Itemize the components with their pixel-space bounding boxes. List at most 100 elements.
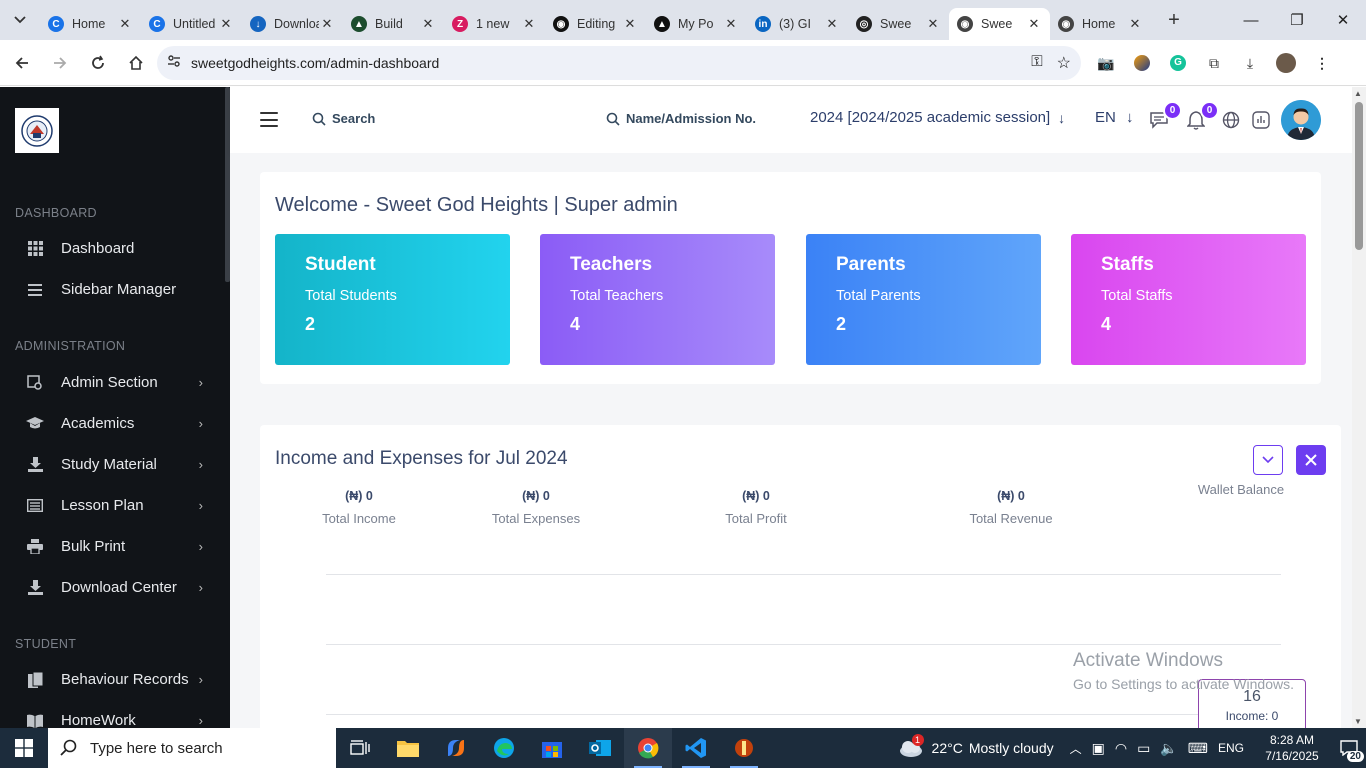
tab-close-icon[interactable]: ✕ [622, 16, 638, 32]
sidebar-item-download-center[interactable]: Download Center › [0, 567, 225, 608]
sidebar-item-bulk-print[interactable]: Bulk Print › [0, 526, 225, 567]
sidebar-item-lesson-plan[interactable]: Lesson Plan › [0, 485, 225, 526]
sidebar-item-behaviour-records[interactable]: Behaviour Records › [0, 659, 225, 700]
tab-close-icon[interactable]: ✕ [824, 16, 840, 32]
site-info-icon[interactable] [167, 54, 181, 73]
close-window-button[interactable]: ✕ [1320, 0, 1366, 40]
sidebar-item-academics[interactable]: Academics › [0, 403, 225, 444]
restore-button[interactable]: ❐ [1274, 0, 1320, 40]
back-button[interactable] [4, 45, 40, 81]
stat-card-teachers[interactable]: Teachers Total Teachers 4 [540, 234, 775, 365]
browser-tab[interactable]: ◉ Swee ✕ [949, 8, 1050, 40]
school-logo[interactable] [15, 108, 59, 153]
stat-card-students[interactable]: Student Total Students 2 [275, 234, 510, 365]
edge-icon[interactable] [480, 728, 528, 768]
sidebar-item-dashboard[interactable]: Dashboard [0, 228, 225, 269]
tab-close-icon[interactable]: ✕ [117, 16, 133, 32]
microsoft-store-icon[interactable] [528, 728, 576, 768]
browser-menu-icon[interactable]: ⋮ [1310, 51, 1334, 75]
chrome-icon[interactable] [624, 728, 672, 768]
browser-tab[interactable]: C Untitled ✕ [141, 8, 242, 40]
scroll-down-icon[interactable]: ▼ [1354, 717, 1362, 726]
weather-widget[interactable]: 1 22°C Mostly cloudy [898, 734, 1054, 758]
tab-close-icon[interactable]: ✕ [521, 16, 537, 32]
messages-button[interactable]: 0 [1148, 101, 1182, 131]
tab-close-icon[interactable]: ✕ [319, 16, 335, 32]
file-explorer-icon[interactable] [384, 728, 432, 768]
chevron-up-icon[interactable]: ︿ [1070, 740, 1082, 757]
stat-card-parents[interactable]: Parents Total Parents 2 [806, 234, 1041, 365]
password-key-icon[interactable]: ⚿ [1031, 53, 1042, 73]
app-red-icon[interactable] [720, 728, 768, 768]
extension-orange-icon[interactable] [1130, 51, 1154, 75]
stats-icon[interactable] [1250, 109, 1272, 131]
scrollbar-thumb[interactable] [1355, 102, 1363, 250]
browser-tab[interactable]: ◉ Editing ✕ [545, 8, 646, 40]
user-avatar[interactable] [1281, 100, 1321, 140]
tab-close-icon[interactable]: ✕ [1127, 16, 1143, 32]
session-selector[interactable]: 2024 [2024/2025 academic session] ↓ [810, 109, 1065, 126]
grammarly-icon[interactable]: G [1166, 51, 1190, 75]
browser-tab[interactable]: ▲ My Po ✕ [646, 8, 747, 40]
sidebar-item-homework[interactable]: HomeWork › [0, 700, 225, 728]
sidebar-item-admin-section[interactable]: Admin Section › [0, 362, 225, 403]
forward-button[interactable] [42, 45, 78, 81]
close-card-button[interactable] [1296, 445, 1326, 475]
outlook-icon[interactable] [576, 728, 624, 768]
globe-icon[interactable] [1220, 109, 1242, 131]
battery-icon[interactable]: ▭ [1137, 740, 1150, 757]
puzzle-icon[interactable]: ⧉ [1202, 51, 1226, 75]
browser-tab[interactable]: Z 1 new ✕ [444, 8, 545, 40]
bookmark-star-icon[interactable]: ☆ [1057, 53, 1071, 73]
tab-close-icon[interactable]: ✕ [723, 16, 739, 32]
copilot-icon[interactable] [432, 728, 480, 768]
keyboard-icon[interactable]: ⌨ [1188, 740, 1208, 757]
system-clock[interactable]: 8:28 AM 7/16/2025 [1252, 732, 1332, 764]
page-scrollbar[interactable]: ▲ ▼ [1352, 87, 1366, 728]
scroll-up-icon[interactable]: ▲ [1354, 89, 1362, 98]
stat-card-staffs[interactable]: Staffs Total Staffs 4 [1071, 234, 1306, 365]
tab-close-icon[interactable]: ✕ [925, 16, 941, 32]
sidebar-item-study-material[interactable]: Study Material › [0, 444, 225, 485]
search-input[interactable]: Search [312, 111, 375, 126]
home-button[interactable] [118, 45, 154, 81]
tab-favicon-icon: Z [452, 16, 468, 32]
browser-tab[interactable]: ◉ Home ✕ [1050, 8, 1151, 40]
url-text[interactable]: sweetgodheights.com/admin-dashboard [191, 55, 439, 71]
metric-total-expenses: (₦) 0 Total Expenses [480, 489, 592, 526]
profile-avatar[interactable] [1274, 51, 1298, 75]
downloads-icon[interactable]: ⤓ [1238, 51, 1262, 75]
notification-center-icon[interactable]: 20 [1332, 728, 1366, 768]
taskbar-search-input[interactable]: Type here to search [48, 728, 336, 768]
camera-icon[interactable]: 📷 [1094, 51, 1118, 75]
browser-tab[interactable]: in (3) GI ✕ [747, 8, 848, 40]
stat-value: 2 [305, 314, 316, 334]
sidebar-item-sidebar-manager[interactable]: Sidebar Manager [0, 269, 225, 310]
browser-tab[interactable]: ↓ Download✕ [242, 8, 343, 40]
wifi-icon[interactable]: ◠ [1115, 740, 1127, 757]
admission-search-input[interactable]: Name/Admission No. [606, 111, 756, 126]
browser-tab[interactable]: ▲ Build ✕ [343, 8, 444, 40]
tab-close-icon[interactable]: ✕ [420, 16, 436, 32]
meet-now-icon[interactable]: ▣ [1092, 740, 1105, 757]
tab-close-icon[interactable]: ✕ [1026, 16, 1042, 32]
new-tab-button[interactable]: + [1159, 9, 1189, 32]
tab-title: Download [274, 17, 319, 31]
address-bar[interactable]: sweetgodheights.com/admin-dashboard ⚿ ☆ [157, 46, 1081, 80]
browser-tab[interactable]: C Home ✕ [40, 8, 141, 40]
minimize-button[interactable]: — [1228, 0, 1274, 40]
task-view-icon[interactable] [336, 728, 384, 768]
input-language[interactable]: ENG [1218, 741, 1244, 755]
reload-button[interactable] [80, 45, 116, 81]
vscode-icon[interactable] [672, 728, 720, 768]
windows-start-icon[interactable] [0, 728, 48, 768]
notifications-button[interactable]: 0 [1185, 101, 1219, 131]
hamburger-menu-icon[interactable] [260, 112, 278, 127]
browser-tab[interactable]: ◎ Swee ✕ [848, 8, 949, 40]
tab-search-icon[interactable] [0, 0, 40, 40]
language-selector[interactable]: EN ↓ [1095, 109, 1134, 126]
search-icon [606, 112, 620, 126]
collapse-button[interactable] [1253, 445, 1283, 475]
volume-icon[interactable]: 🔈 [1160, 740, 1177, 757]
tab-close-icon[interactable]: ✕ [218, 16, 234, 32]
